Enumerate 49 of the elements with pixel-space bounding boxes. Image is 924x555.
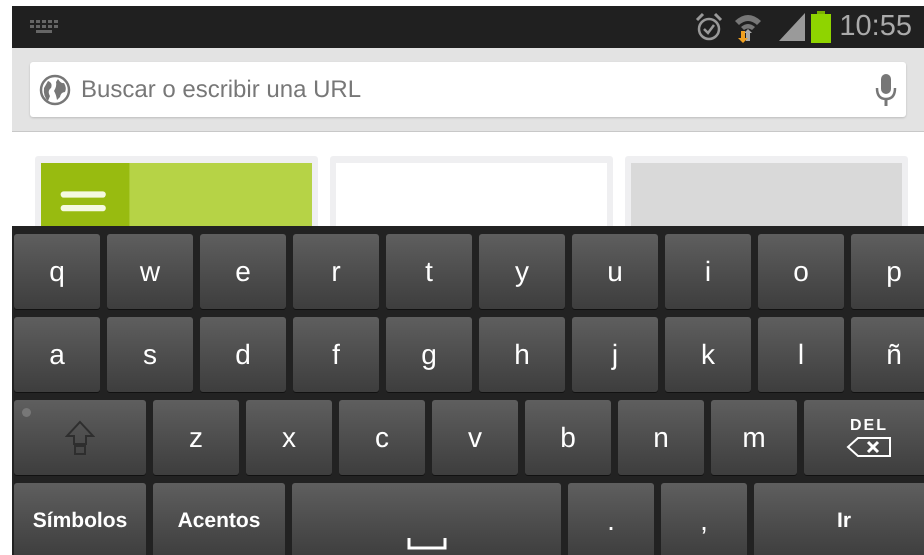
battery-icon [811, 11, 832, 43]
key[interactable]: v [432, 400, 518, 475]
globe-icon [39, 74, 71, 106]
key[interactable]: h [479, 317, 565, 392]
microphone-icon [875, 72, 897, 106]
shift-key[interactable] [14, 400, 146, 475]
thumbnail-card[interactable] [625, 156, 908, 226]
signal-icon [777, 13, 808, 41]
key[interactable]: k [665, 317, 751, 392]
address-field[interactable]: Buscar o escribir una URL [30, 62, 906, 117]
delete-key[interactable]: DEL [804, 400, 924, 475]
shift-arrow-icon [65, 420, 95, 456]
key[interactable]: q [14, 234, 100, 309]
key[interactable]: e [200, 234, 286, 309]
indicator-icon [22, 408, 31, 417]
key[interactable]: p [851, 234, 924, 309]
space-icon [406, 538, 446, 550]
key[interactable]: i [665, 234, 751, 309]
key[interactable]: s [107, 317, 193, 392]
key[interactable]: o [758, 234, 844, 309]
key[interactable]: z [153, 400, 239, 475]
keyboard-icon [30, 20, 58, 34]
key[interactable]: . [568, 483, 654, 555]
key[interactable]: y [479, 234, 565, 309]
key[interactable]: r [293, 234, 379, 309]
key[interactable]: d [200, 317, 286, 392]
key[interactable]: w [107, 234, 193, 309]
key[interactable]: j [572, 317, 658, 392]
key[interactable]: l [758, 317, 844, 392]
key[interactable]: c [339, 400, 425, 475]
backspace-icon [846, 436, 892, 458]
key[interactable]: n [618, 400, 704, 475]
alarm-icon [695, 12, 724, 42]
clock-time: 10:55 [839, 9, 912, 44]
key[interactable]: ñ [851, 317, 924, 392]
key[interactable]: f [293, 317, 379, 392]
key[interactable]: , [661, 483, 747, 555]
thumbnail-card[interactable] [330, 156, 613, 226]
space-key[interactable] [292, 483, 561, 555]
key[interactable]: b [525, 400, 611, 475]
mode-key[interactable]: Acentos [153, 483, 285, 555]
go-key[interactable]: Ir [754, 483, 924, 555]
key[interactable]: x [246, 400, 332, 475]
key[interactable]: u [572, 234, 658, 309]
mode-key[interactable]: Símbolos [14, 483, 146, 555]
key[interactable]: m [711, 400, 797, 475]
key[interactable]: t [386, 234, 472, 309]
key[interactable]: g [386, 317, 472, 392]
key[interactable]: a [14, 317, 100, 392]
